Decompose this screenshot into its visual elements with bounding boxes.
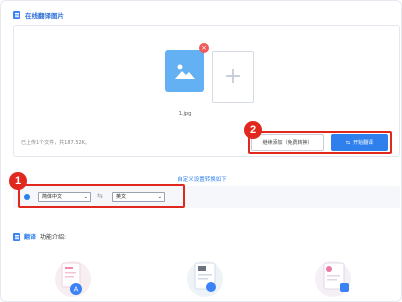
- add-file-button[interactable]: +: [212, 51, 254, 103]
- document-icon: [13, 11, 20, 19]
- remove-file-close-icon[interactable]: ×: [199, 43, 209, 53]
- annotation-highlight-1: [18, 184, 185, 208]
- document-translate-illustration-icon: [315, 261, 351, 297]
- annotation-highlight-2: [248, 131, 392, 154]
- upload-section-title: 在线翻译图片: [25, 12, 64, 20]
- annotation-badge-1: 1: [9, 172, 27, 190]
- translate-card: 在线翻译图片 × + 1.jpg 已上传1个文件，共187.52K。 继续添加（…: [0, 0, 402, 302]
- annotation-badge-2: 2: [244, 121, 262, 139]
- image-file-icon: [174, 64, 195, 79]
- file-name: 1.jpg: [178, 111, 192, 117]
- upload-section-header: 在线翻译图片: [13, 10, 64, 20]
- plus-icon: +: [223, 64, 243, 89]
- features-title-suffix: 功能介绍:: [40, 234, 67, 241]
- features-title-prefix: 翻译: [24, 234, 37, 241]
- custom-settings-link[interactable]: 自定义设置转换如下: [1, 175, 402, 183]
- svg-text:A: A: [74, 287, 79, 294]
- upload-summary: 已上传1个文件，共187.52K。: [21, 140, 90, 146]
- document-icon: [13, 232, 20, 241]
- features-header: 翻译 功能介绍:: [13, 232, 66, 241]
- uploaded-file-thumbnail: [165, 50, 204, 92]
- translate-illustration-icon: A: [55, 261, 91, 297]
- image-translate-illustration-icon: [187, 261, 223, 297]
